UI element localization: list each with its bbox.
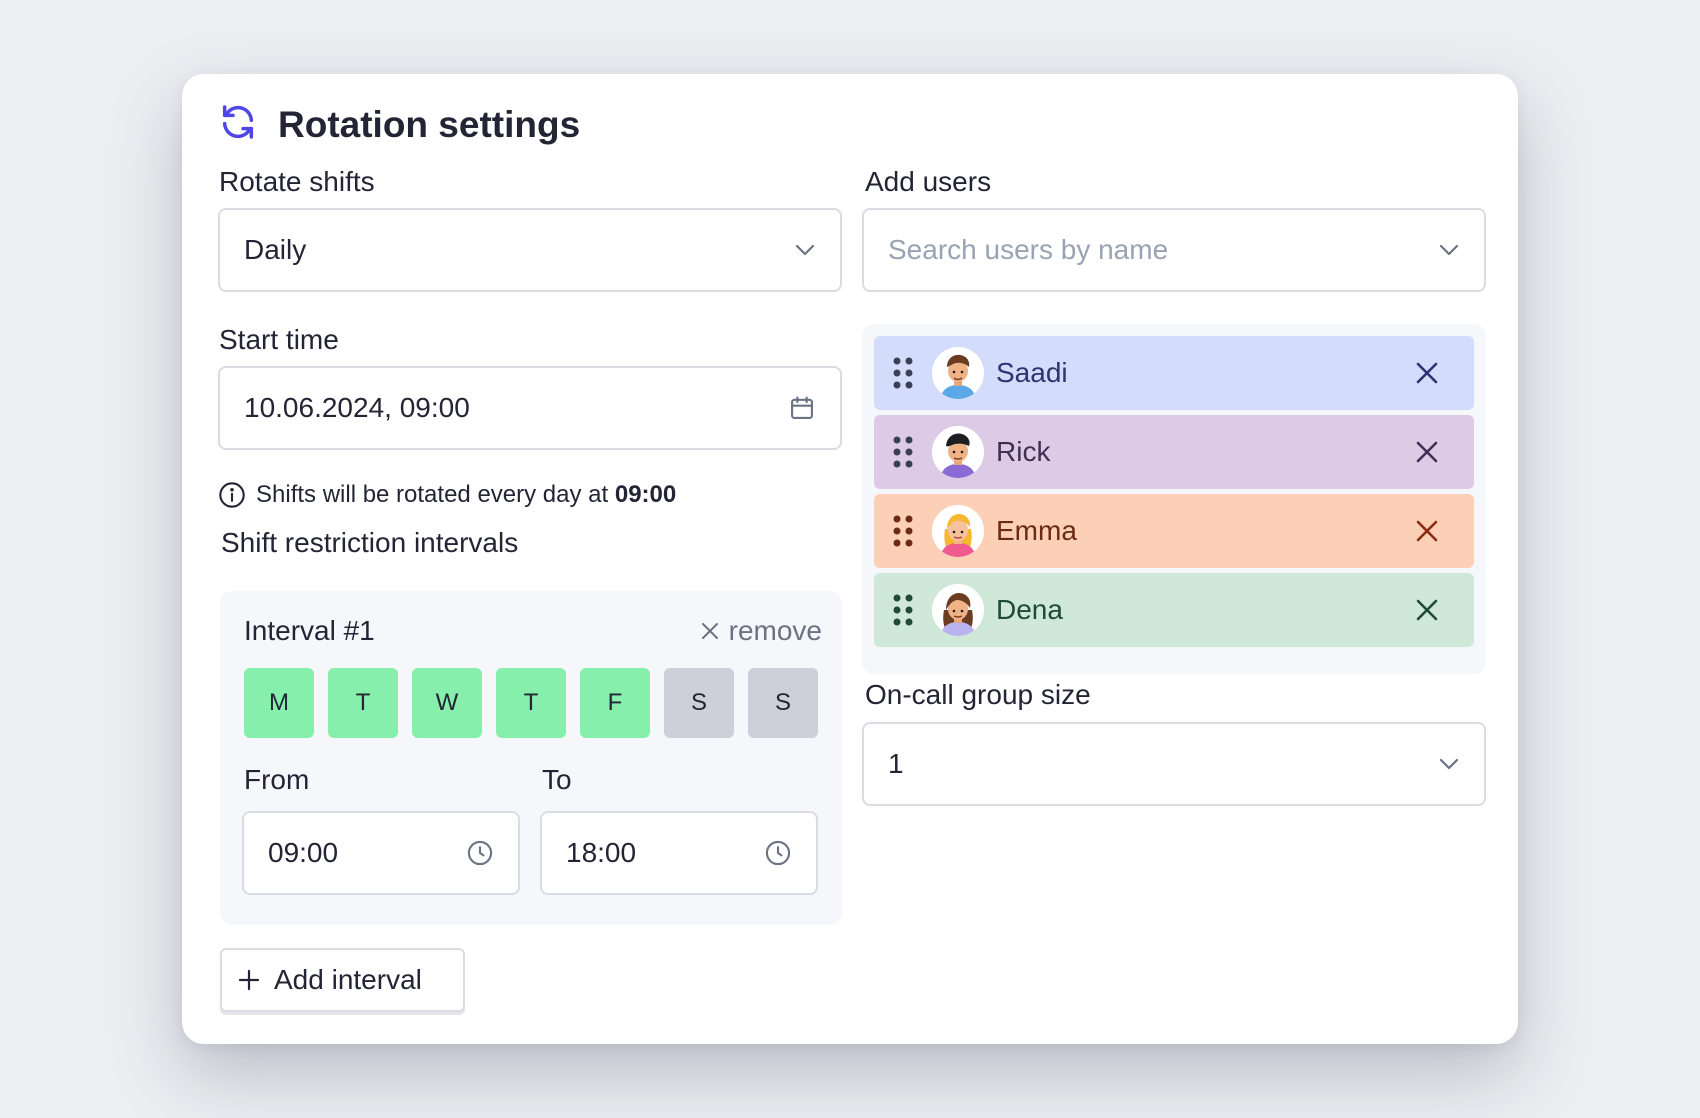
avatar xyxy=(932,426,984,478)
from-time-value: 09:00 xyxy=(268,837,339,868)
close-icon[interactable] xyxy=(1414,439,1440,465)
remove-label: remove xyxy=(728,615,822,646)
avatar xyxy=(932,347,984,399)
add-users-label: Add users xyxy=(865,166,992,197)
day-toggle-saturday[interactable]: S xyxy=(664,668,734,738)
page-title: Rotation settings xyxy=(278,103,581,145)
rotate-icon xyxy=(218,102,258,147)
day-toggle-friday[interactable]: F xyxy=(580,668,650,738)
title-row: Rotation settings xyxy=(218,102,580,147)
user-item-emma[interactable]: Emma xyxy=(874,494,1474,568)
shift-restriction-label: Shift restriction intervals xyxy=(221,527,519,558)
group-size-select[interactable]: 1 xyxy=(862,722,1486,806)
clock-icon xyxy=(765,840,791,866)
calendar-icon[interactable] xyxy=(788,394,816,422)
drag-handle-icon[interactable] xyxy=(892,356,914,390)
interval-title: Interval #1 xyxy=(244,615,375,646)
day-toggle-wednesday[interactable]: W xyxy=(412,668,482,738)
user-item-dena[interactable]: Dena xyxy=(874,573,1474,647)
close-icon[interactable] xyxy=(1414,597,1440,623)
rotate-shifts-label: Rotate shifts xyxy=(219,166,375,197)
avatar xyxy=(932,505,984,557)
drag-handle-icon[interactable] xyxy=(892,514,914,548)
rotation-settings-card: Rotation settings Rotate shifts Daily St… xyxy=(182,74,1518,1044)
to-label: To xyxy=(542,764,572,795)
day-toggle-thursday[interactable]: T xyxy=(496,668,566,738)
group-size-value: 1 xyxy=(888,748,904,779)
hint-time: 09:00 xyxy=(614,481,677,508)
to-time-input[interactable]: 18:00 xyxy=(540,811,818,895)
close-icon[interactable] xyxy=(1414,518,1440,544)
user-name: Emma xyxy=(996,515,1077,546)
weekday-toggles: M T W T F S S xyxy=(244,668,818,738)
clock-icon xyxy=(467,840,493,866)
chevron-down-icon xyxy=(1439,244,1459,256)
add-interval-label: Add interval xyxy=(274,964,422,995)
chevron-down-icon xyxy=(795,244,815,256)
add-interval-button[interactable]: Add interval xyxy=(220,948,465,1012)
chevron-down-icon xyxy=(1439,758,1459,770)
from-time-input[interactable]: 09:00 xyxy=(242,811,520,895)
close-icon[interactable] xyxy=(1414,360,1440,386)
interval-card: Interval #1 remove M T W T F S S From To… xyxy=(220,591,842,925)
remove-interval-button[interactable]: remove xyxy=(701,615,822,647)
day-toggle-sunday[interactable]: S xyxy=(748,668,818,738)
rotation-hint: Shifts will be rotated every day at 09:0… xyxy=(218,481,676,509)
user-item-rick[interactable]: Rick xyxy=(874,415,1474,489)
plus-icon xyxy=(238,969,260,991)
info-icon xyxy=(219,482,245,508)
user-search-placeholder: Search users by name xyxy=(888,234,1169,265)
rotate-shifts-value: Daily xyxy=(244,234,307,265)
user-search-input[interactable]: Search users by name xyxy=(862,208,1486,292)
day-toggle-monday[interactable]: M xyxy=(244,668,314,738)
start-time-label: Start time xyxy=(219,324,339,355)
user-item-saadi[interactable]: Saadi xyxy=(874,336,1474,410)
user-list: Saadi Rick Emma Dena xyxy=(862,324,1486,674)
close-icon xyxy=(701,623,718,639)
rotate-shifts-select[interactable]: Daily xyxy=(218,208,842,292)
to-time-value: 18:00 xyxy=(566,837,637,868)
start-time-input[interactable]: 10.06.2024, 09:00 xyxy=(218,366,842,450)
day-toggle-tuesday[interactable]: T xyxy=(328,668,398,738)
avatar xyxy=(932,584,984,636)
group-size-label: On-call group size xyxy=(865,679,1091,710)
user-name: Saadi xyxy=(996,357,1068,388)
from-label: From xyxy=(244,764,310,795)
drag-handle-icon[interactable] xyxy=(892,593,914,627)
user-name: Dena xyxy=(996,594,1063,625)
drag-handle-icon[interactable] xyxy=(892,435,914,469)
start-time-value: 10.06.2024, 09:00 xyxy=(244,392,470,423)
user-name: Rick xyxy=(996,436,1051,467)
hint-text: Shifts will be rotated every day at xyxy=(256,481,609,508)
